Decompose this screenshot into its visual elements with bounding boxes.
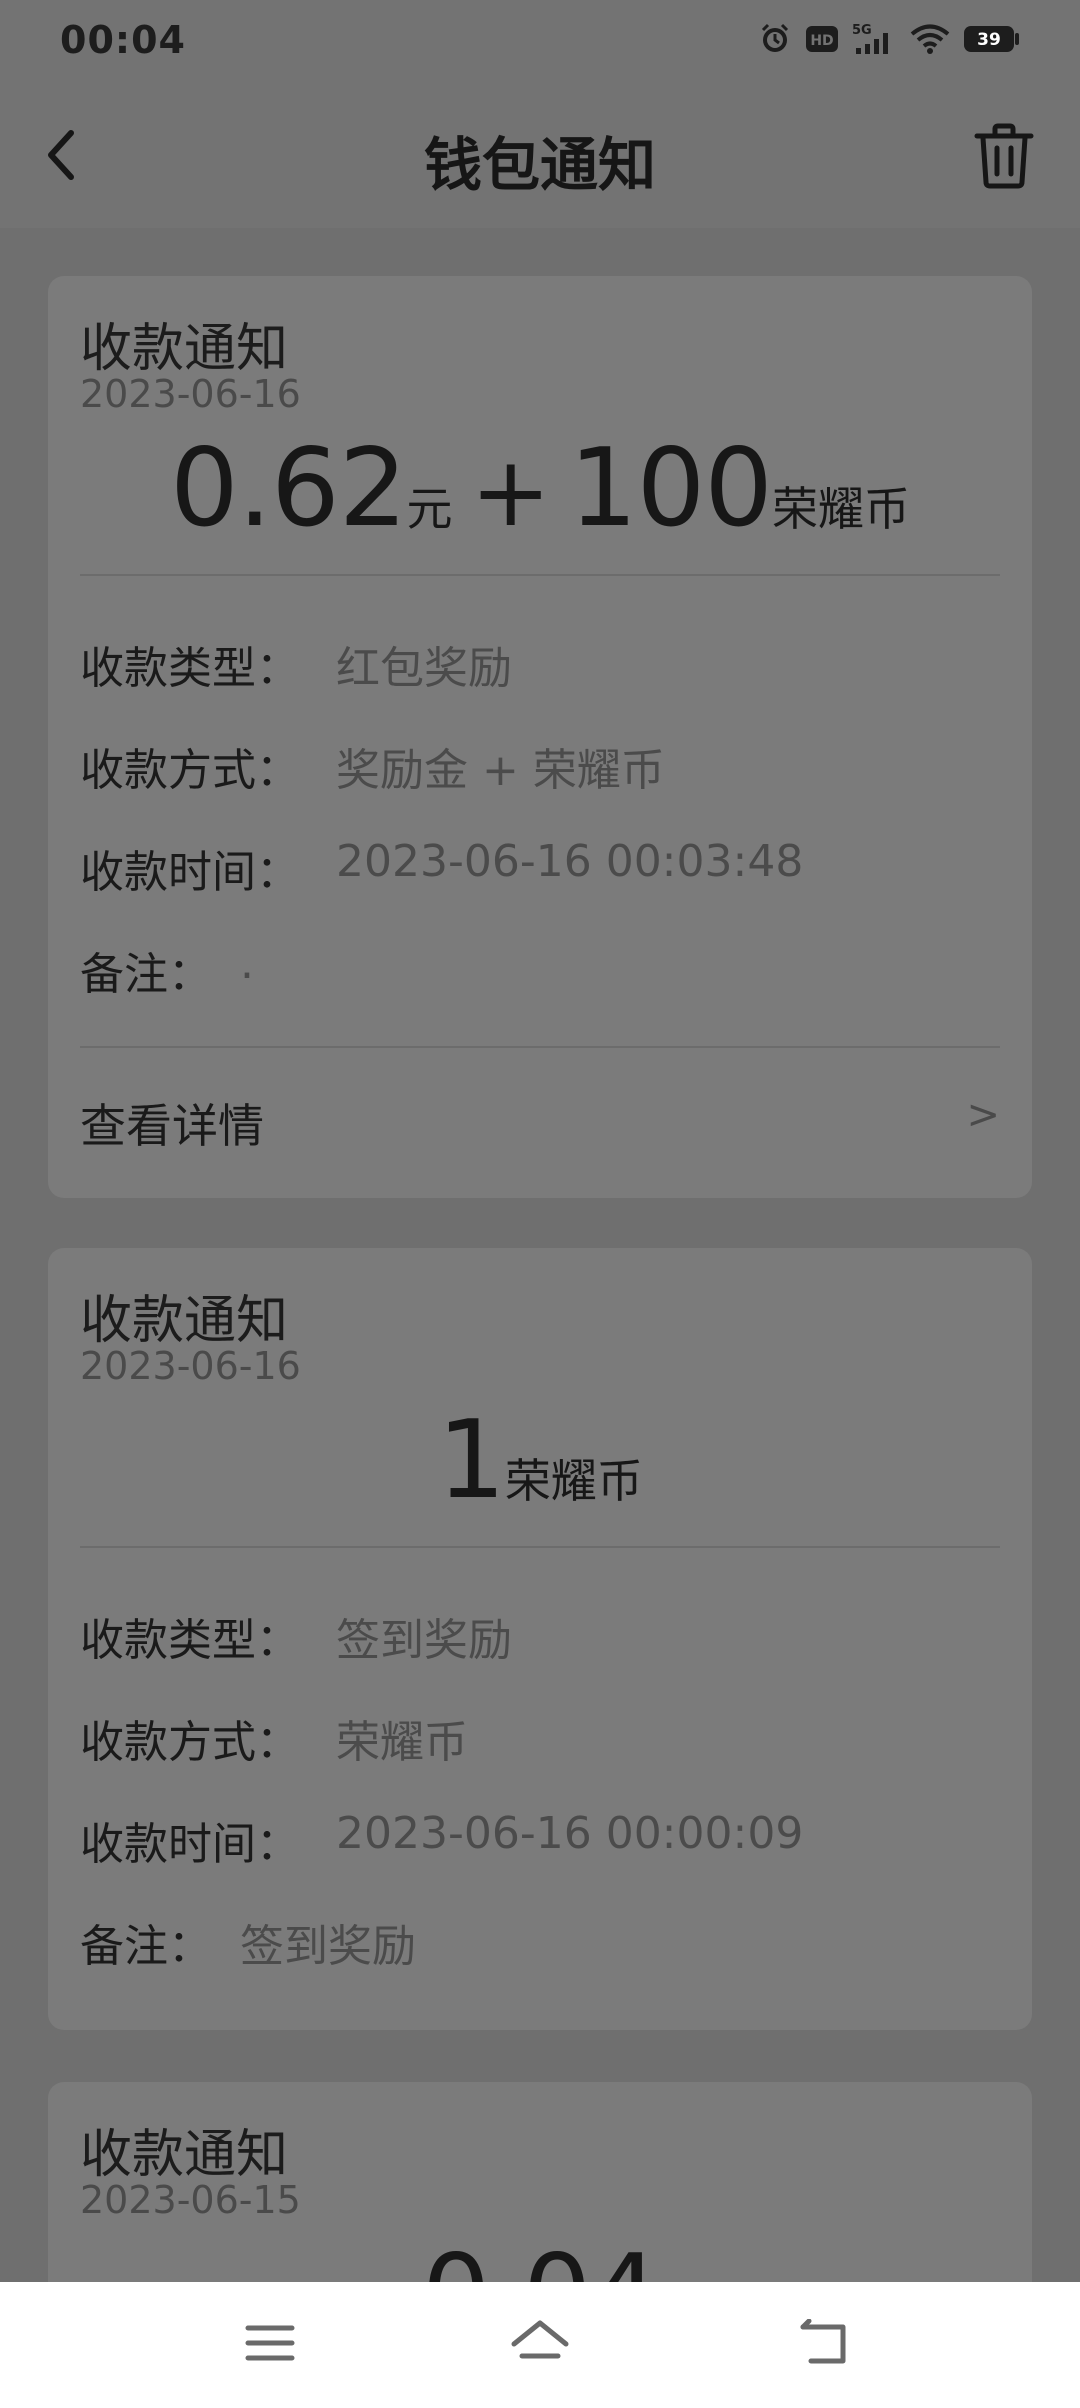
- detail-label: 收款类型：: [80, 1615, 300, 1666]
- card-title: 收款通知: [80, 2125, 289, 2185]
- plus-sign: +: [470, 436, 551, 548]
- notification-card: 收款通知 2023-06-16 1荣耀币 收款类型： 签到奖励 收款方式： 荣耀…: [48, 1248, 1032, 2030]
- detail-label: 收款时间：: [80, 847, 300, 898]
- detail-row-time: 收款时间： 2023-06-16 00:00:09: [80, 1808, 1000, 1878]
- divider: [80, 1546, 1000, 1548]
- cash-unit: 元: [406, 482, 453, 536]
- detail-value: 2023-06-16 00:00:09: [336, 1808, 804, 1859]
- detail-label: 收款方式：: [80, 1717, 300, 1768]
- detail-row-method: 收款方式： 荣耀币: [80, 1706, 1000, 1776]
- detail-value: 2023-06-16 00:03:48: [336, 836, 804, 887]
- detail-row-method: 收款方式： 奖励金 + 荣耀币: [80, 734, 1000, 804]
- detail-label: 备注：: [80, 1921, 212, 1972]
- battery-icon: 39: [964, 24, 1020, 54]
- coin-unit: 荣耀币: [772, 482, 911, 536]
- app-header: 钱包通知: [0, 86, 1080, 228]
- detail-label: 备注：: [80, 949, 212, 1000]
- hd-icon: HD: [806, 24, 838, 54]
- view-details-button[interactable]: 查看详情 >: [48, 1064, 1032, 1174]
- svg-text:HD: HD: [810, 33, 833, 49]
- coin-amount: 100: [568, 426, 773, 551]
- detail-value: 签到奖励: [240, 1921, 416, 1972]
- status-bar: 00:04 HD 5G 39: [0, 0, 1080, 86]
- coin-amount: 1: [437, 1398, 506, 1523]
- wifi-icon: [910, 23, 950, 55]
- amount-line: 0.62元 +100荣耀币: [48, 426, 1032, 551]
- detail-value: 荣耀币: [336, 1717, 468, 1768]
- detail-value: 红包奖励: [336, 643, 512, 694]
- home-icon: [511, 2320, 569, 2359]
- svg-text:39: 39: [977, 30, 1001, 50]
- svg-text:5G: 5G: [852, 23, 872, 38]
- detail-label: 收款方式：: [80, 745, 300, 796]
- divider: [80, 1046, 1000, 1048]
- menu-icon: [245, 2325, 295, 2361]
- detail-row-remark: 备注： 签到奖励: [80, 1910, 1000, 1980]
- trash-icon: [974, 123, 1034, 189]
- page-title: 钱包通知: [423, 131, 656, 199]
- status-icons: HD 5G 39: [758, 22, 1020, 56]
- chevron-right-icon: >: [966, 1092, 1000, 1138]
- coin-unit: 荣耀币: [504, 1454, 643, 1508]
- detail-label: 收款类型：: [80, 643, 300, 694]
- card-date: 2023-06-16: [80, 372, 301, 416]
- detail-row-time: 收款时间： 2023-06-16 00:03:48: [80, 836, 1000, 906]
- detail-value: 奖励金 + 荣耀币: [336, 745, 665, 796]
- system-nav-bar: [0, 2282, 1080, 2408]
- detail-label: 收款时间：: [80, 1819, 300, 1870]
- card-date: 2023-06-15: [80, 2178, 301, 2222]
- back-icon: [800, 2319, 846, 2364]
- delete-button[interactable]: [966, 118, 1042, 194]
- detail-row-remark: 备注： .: [80, 938, 1000, 1008]
- nav-menu-button[interactable]: [230, 2308, 310, 2378]
- notification-card: 收款通知 2023-06-16 0.62元 +100荣耀币 收款类型： 红包奖励 …: [48, 276, 1032, 1198]
- status-time: 00:04: [60, 18, 186, 62]
- nav-back-button[interactable]: [784, 2308, 864, 2378]
- detail-row-type: 收款类型： 红包奖励: [80, 632, 1000, 702]
- detail-value: .: [240, 938, 254, 989]
- card-date: 2023-06-16: [80, 1344, 301, 1388]
- detail-row-type: 收款类型： 签到奖励: [80, 1604, 1000, 1674]
- card-title: 收款通知: [80, 1291, 289, 1351]
- cash-amount: 0.62: [169, 426, 407, 551]
- nav-home-button[interactable]: [500, 2308, 580, 2378]
- divider: [80, 574, 1000, 576]
- card-title: 收款通知: [80, 319, 289, 379]
- signal-icon: 5G: [852, 22, 896, 56]
- screen: 00:04 HD 5G 39 钱包通知 收款通知 2023-06-16 0.62…: [0, 0, 1080, 2408]
- amount-line: 1荣耀币: [48, 1398, 1032, 1523]
- view-details-label: 查看详情: [80, 1099, 264, 1153]
- detail-value: 签到奖励: [336, 1615, 512, 1666]
- alarm-icon: [758, 22, 792, 56]
